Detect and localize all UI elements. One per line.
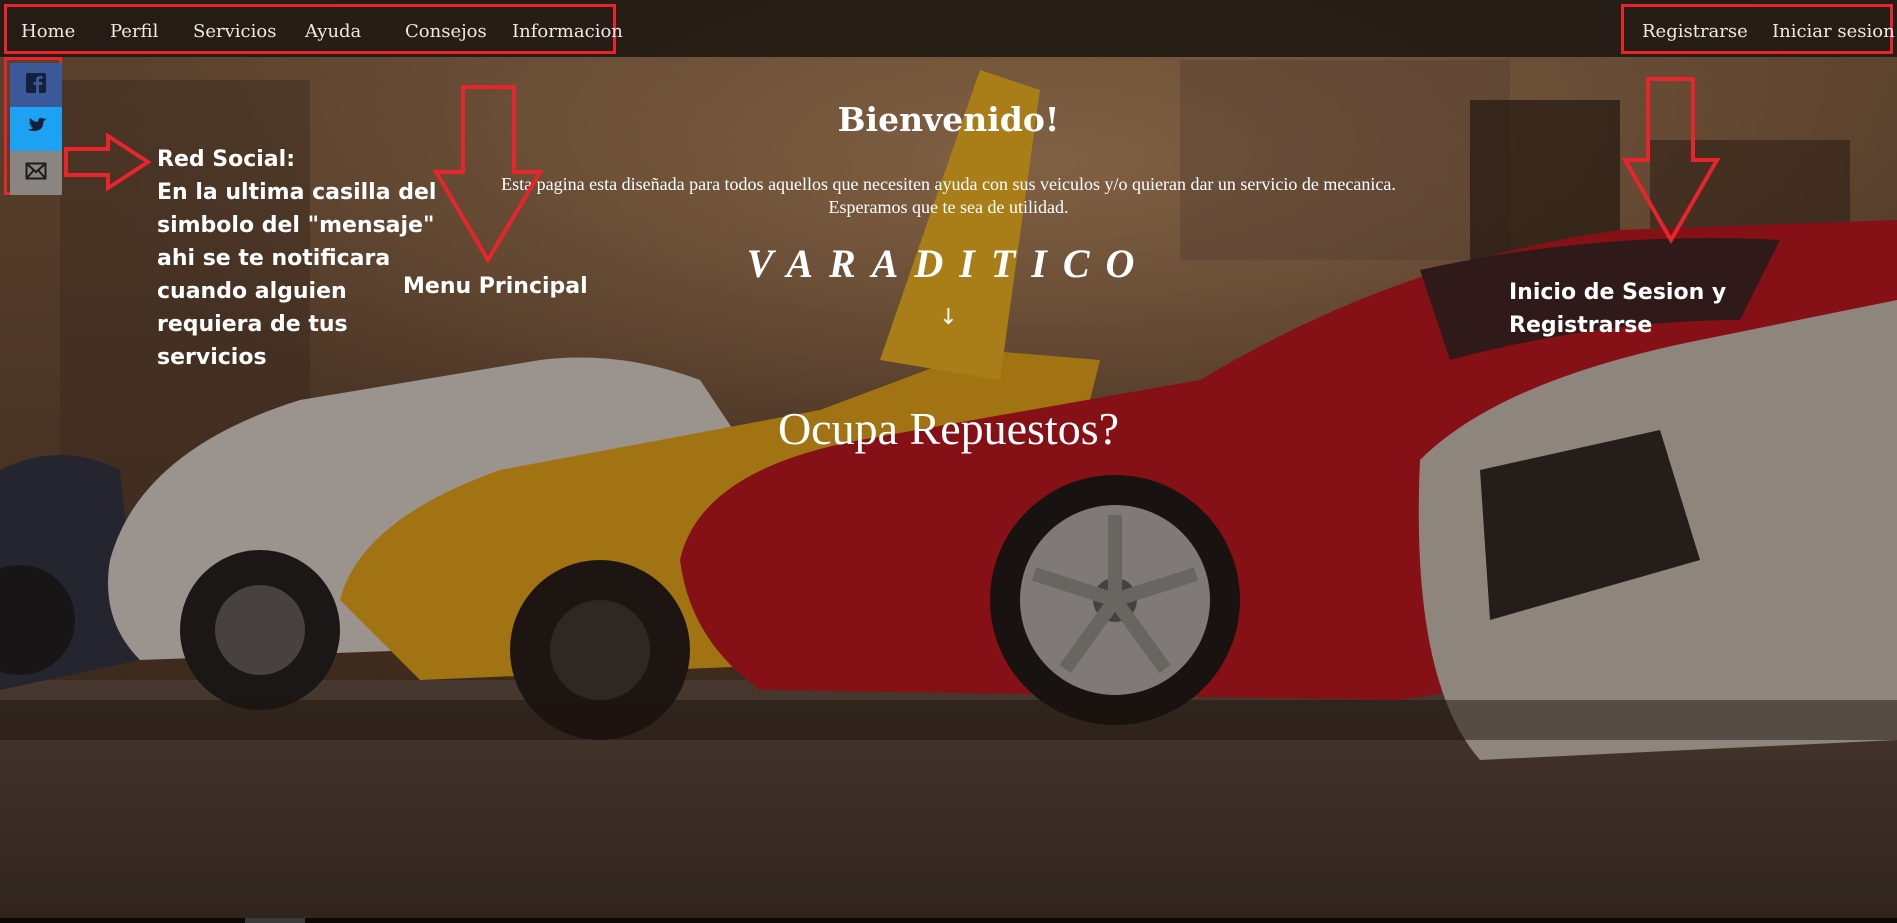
auth-menu: Registrarse Iniciar sesion xyxy=(1621,4,1895,54)
nav-servicios[interactable]: Servicios xyxy=(193,21,276,42)
facebook-icon xyxy=(25,72,47,98)
annotation-menu: Menu Principal xyxy=(403,274,588,299)
annotation-social-title: Red Social: xyxy=(157,147,295,172)
bottom-scroll-indicator xyxy=(245,918,305,923)
annotation-login: Inicio de Sesion y Registrarse xyxy=(1509,280,1727,338)
welcome-title: Bienvenido! xyxy=(837,100,1060,139)
nav-perfil[interactable]: Perfil xyxy=(110,21,158,42)
nav-consejos[interactable]: Consejos xyxy=(405,21,487,42)
nav-iniciar-sesion[interactable]: Iniciar sesion xyxy=(1772,21,1895,42)
section-heading: Ocupa Repuestos? xyxy=(777,403,1120,454)
main-menu: Home Perfil Servicios Ayuda Consejos Inf… xyxy=(4,4,623,54)
nav-ayuda[interactable]: Ayuda xyxy=(305,21,361,42)
nav-registrarse[interactable]: Registrarse xyxy=(1642,21,1748,42)
nav-informacion[interactable]: Informacion xyxy=(512,21,623,42)
nav-home[interactable]: Home xyxy=(21,21,75,42)
annotation-social: Red Social: En la ultima casilla del sim… xyxy=(157,143,437,374)
top-navbar: Home Perfil Servicios Ayuda Consejos Inf… xyxy=(0,0,1897,57)
annotation-social-body: En la ultima casilla del simbolo del "me… xyxy=(157,180,437,370)
